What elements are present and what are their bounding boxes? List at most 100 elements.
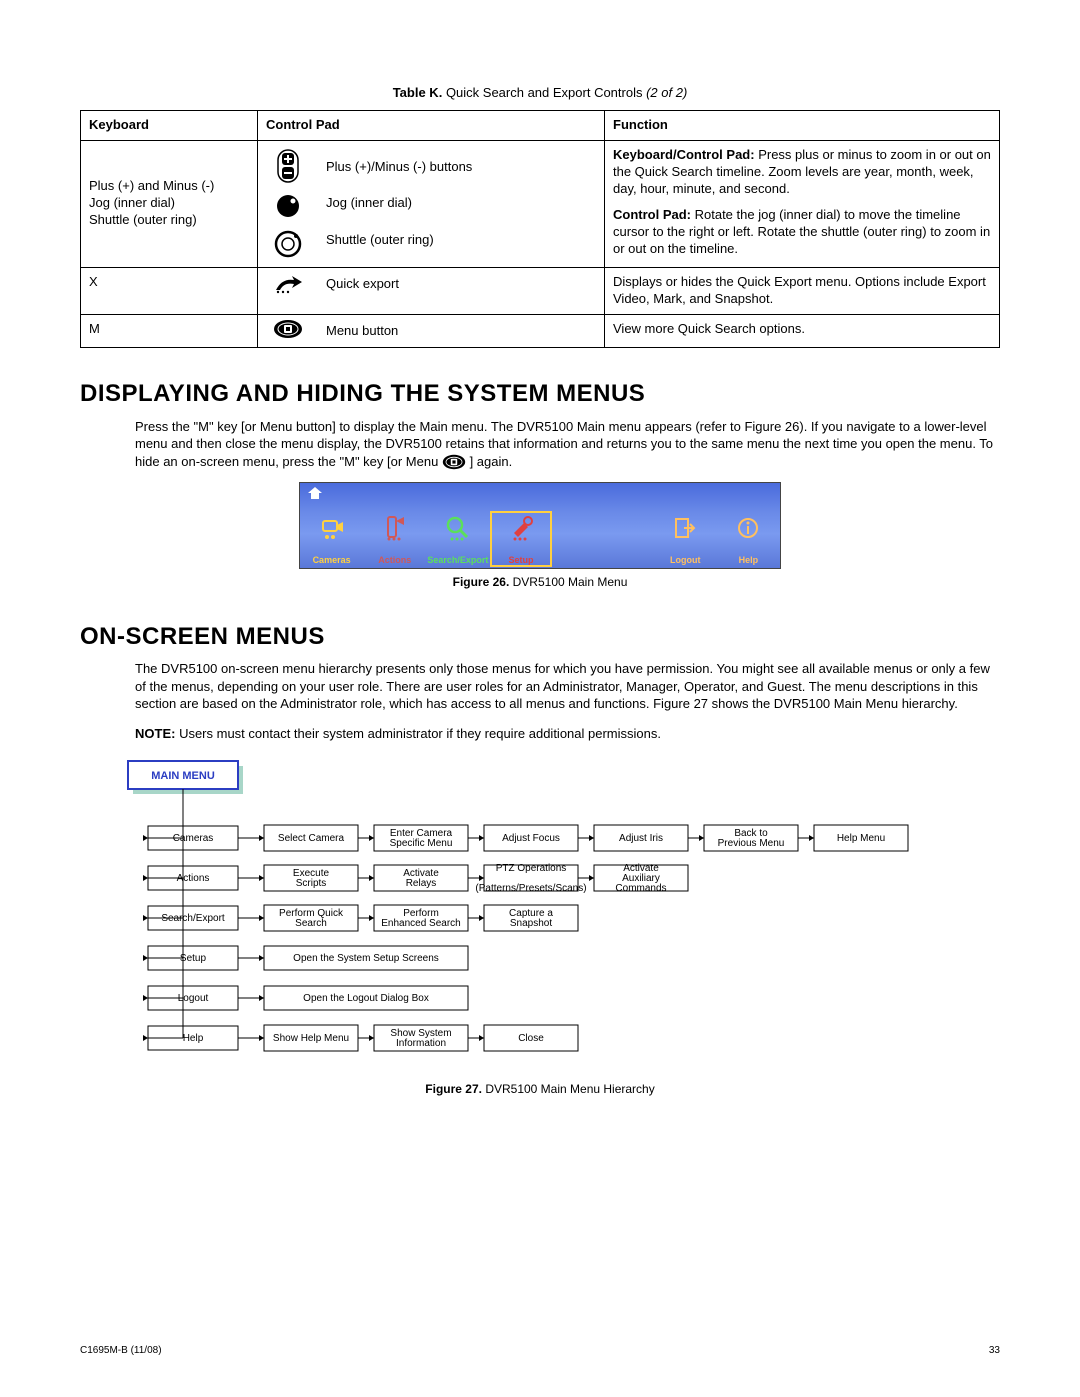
menu-item-icon [426,510,489,546]
quick-export-icon [274,274,302,294]
section2-note: NOTE: Users must contact their system ad… [135,725,1000,743]
menu-item-search-export: Search/Export [426,510,489,568]
fig27-label: Figure 27. [425,1082,482,1096]
menu-item-label: Setup [489,555,552,567]
menu-button-icon [273,319,303,339]
hierarchy-node: Back toPrevious Menu [704,825,798,851]
figure-27-caption: Figure 27. DVR5100 Main Menu Hierarchy [80,1082,1000,1098]
controls-table: Keyboard Control Pad Function Plus (+) a… [80,110,1000,349]
table-caption-title: Quick Search and Export Controls [446,85,646,100]
hierarchy-node: Adjust Focus [484,825,578,851]
svg-text:Select Camera: Select Camera [278,833,345,844]
menu-button-icon [442,454,466,470]
section-heading: ON-SCREEN MENUS [80,621,1000,652]
fig27-title: DVR5100 Main Menu Hierarchy [485,1082,654,1096]
th-function: Function [605,110,1000,140]
hierarchy-node: Adjust Iris [594,825,688,851]
hierarchy-node: Close [484,1025,578,1051]
note-text: Users must contact their system administ… [175,726,661,741]
section-heading: DISPLAYING AND HIDING THE SYSTEM MENUS [80,378,1000,409]
table-caption: Table K. Quick Search and Export Control… [80,85,1000,102]
svg-text:Snapshot: Snapshot [510,918,552,929]
home-icon [308,487,322,499]
cp-label: Quick export [326,276,596,293]
svg-text:(Patterns/Presets/Scans): (Patterns/Presets/Scans) [475,883,586,894]
table-caption-part: (2 of 2) [646,85,687,100]
section2-p1: The DVR5100 on-screen menu hierarchy pre… [135,660,1000,713]
svg-text:PTZ Operations: PTZ Operations [496,863,567,874]
svg-text:Search: Search [295,918,327,929]
hierarchy-node: Enter CameraSpecific Menu [374,825,468,851]
menu-item-icon [654,510,717,546]
hierarchy-node: ExecuteScripts [264,865,358,891]
figure-26-caption: Figure 26. DVR5100 Main Menu [80,575,1000,591]
row3-keyboard: M [81,314,258,348]
footer-right: 33 [989,1344,1000,1357]
func-kb-label: Keyboard/Control Pad: [613,147,755,162]
hierarchy-node: Show SystemInformation [374,1025,468,1051]
svg-text:Previous Menu: Previous Menu [718,838,785,849]
menu-item-label: Search/Export [426,555,489,567]
svg-text:Close: Close [518,1033,544,1044]
table-row: Plus (+) and Minus (-) Jog (inner dial) … [81,140,1000,267]
svg-text:Setup: Setup [180,953,207,964]
cp-label: Shuttle (outer ring) [326,232,596,249]
menu-item-cameras: Cameras [300,510,363,568]
hierarchy-node: Select Camera [264,825,358,851]
func-cp-label: Control Pad: [613,207,691,222]
shuttle-icon [273,229,303,259]
th-keyboard: Keyboard [81,110,258,140]
footer-left: C1695M-B (11/08) [80,1344,162,1357]
svg-text:Adjust Iris: Adjust Iris [619,833,663,844]
svg-text:Scripts: Scripts [296,878,327,889]
svg-text:Show Help Menu: Show Help Menu [273,1033,349,1044]
hierarchy-node: Perform QuickSearch [264,905,358,931]
hierarchy-node: Capture aSnapshot [484,905,578,931]
menu-item-label: Logout [654,555,717,567]
hierarchy-node: Help Menu [814,825,908,851]
section1-p1b: ] again. [470,454,513,469]
hierarchy-diagram: MAIN MENUCamerasSelect CameraEnter Camer… [108,756,1000,1076]
menu-item-help: Help [717,510,780,568]
menu-item-icon [717,510,780,546]
menu-item-logout: Logout [654,510,717,568]
jog-icon [275,193,301,219]
section1-p1a: Press the "M" key [or Menu button] to di… [135,419,993,469]
svg-text:Enhanced Search: Enhanced Search [381,918,461,929]
main-menu-strip: CamerasActionsSearch/ExportSetup LogoutHe… [299,482,781,569]
menu-item-icon [363,510,426,546]
hierarchy-node: ActivateAuxiliaryCommands [594,863,688,894]
hierarchy-node: PTZ Operations (Patterns/Presets/Scans) [475,863,586,894]
menu-item-icon [300,510,363,546]
row2-keyboard: X [81,267,258,314]
hierarchy-node: ActivateRelays [374,865,468,891]
svg-text:Specific Menu: Specific Menu [390,838,453,849]
svg-text:Open the System Setup Screens: Open the System Setup Screens [293,953,439,964]
svg-text:Adjust Focus: Adjust Focus [502,833,560,844]
hierarchy-node: Open the System Setup Screens [264,946,468,970]
row3-func: View more Quick Search options. [605,314,1000,348]
menu-item-actions: Actions [363,510,426,568]
section1-body: Press the "M" key [or Menu button] to di… [135,418,1000,471]
table-header-row: Keyboard Control Pad Function [81,110,1000,140]
svg-text:Relays: Relays [406,878,437,889]
svg-text:Open the Logout Dialog Box: Open the Logout Dialog Box [303,993,429,1004]
th-controlpad: Control Pad [258,110,605,140]
hierarchy-node: Open the Logout Dialog Box [264,986,468,1010]
fig26-title: DVR5100 Main Menu [513,575,628,589]
menu-item-setup: Setup [489,510,552,568]
plus-minus-icon [277,149,299,183]
cp-label: Menu button [326,323,596,340]
menu-item-label: Help [717,555,780,567]
svg-text:Help Menu: Help Menu [837,833,885,844]
svg-text:MAIN MENU: MAIN MENU [151,770,215,782]
table-caption-label: Table K. [393,85,443,100]
svg-text:Information: Information [396,1038,446,1049]
menu-item-label: Cameras [300,555,363,567]
row2-func: Displays or hides the Quick Export menu.… [605,267,1000,314]
fig26-label: Figure 26. [453,575,510,589]
note-label: NOTE: [135,726,175,741]
svg-text:Help: Help [183,1033,204,1044]
cp-label: Jog (inner dial) [326,195,596,212]
row1-keyboard: Plus (+) and Minus (-) Jog (inner dial) … [89,178,249,229]
